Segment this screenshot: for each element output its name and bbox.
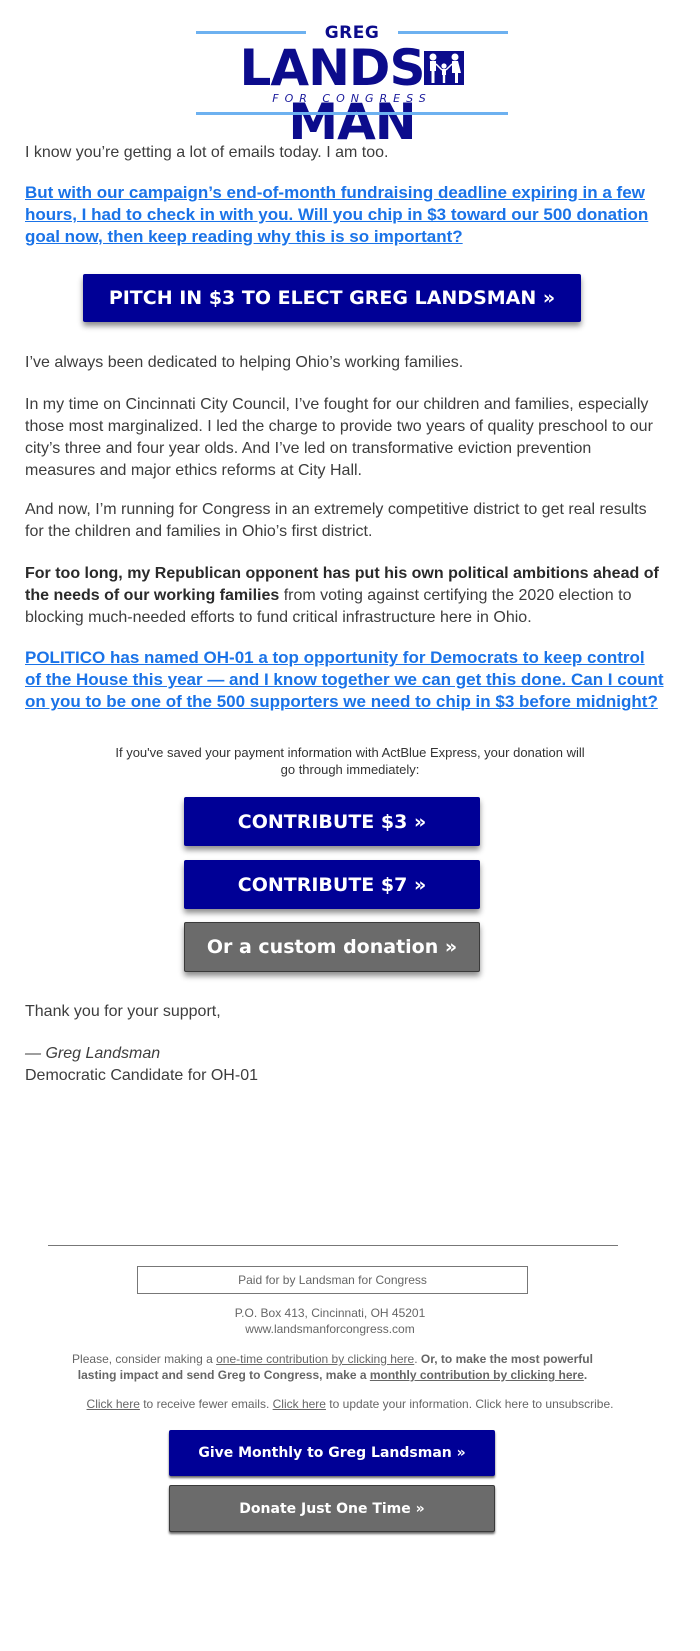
update-unsubscribe-text: to update your information. Click here t… [325, 1397, 614, 1411]
logo-bottom-rule [196, 112, 508, 115]
fewer-emails-link[interactable]: Click here [87, 1397, 140, 1411]
donate-one-time-button[interactable]: Donate Just One Time » [169, 1485, 495, 1532]
footer-divider [48, 1245, 618, 1246]
consider-text: Please, consider making a [72, 1352, 217, 1366]
signature-title: Democratic Candidate for OH-01 [25, 1067, 258, 1084]
footer-address: P.O. Box 413, Cincinnati, OH 45201 [234, 1306, 426, 1320]
footer-website: www.landsmanforcongress.com [245, 1322, 415, 1336]
contribute-3-button[interactable]: CONTRIBUTE $3 » [184, 797, 480, 846]
contribute-7-button[interactable]: CONTRIBUTE $7 » [184, 860, 480, 909]
campaign-logo: GREG LANDSMAN FOR CONGRESS [196, 24, 508, 149]
paid-for-text: Paid for by Landsman for Congress [238, 1273, 427, 1287]
monthly-contribution-link[interactable]: monthly contribution by clicking here [370, 1368, 584, 1382]
paragraph-3: And now, I’m running for Congress in an … [25, 501, 647, 540]
thanks-text: Thank you for your support, [25, 1003, 221, 1020]
footer-address-block: P.O. Box 413, Cincinnati, OH 45201 www.l… [100, 1305, 560, 1337]
footer-consider: Please, consider making a one-time contr… [60, 1351, 605, 1383]
paragraph-4: For too long, my Republican opponent has… [25, 563, 670, 629]
pitch-in-button[interactable]: PITCH IN $3 TO ELECT GREG LANDSMAN » [83, 274, 581, 322]
logo-last-name-start: LANDS [239, 39, 426, 97]
footer-email-prefs: Click here to receive fewer emails. Clic… [30, 1396, 670, 1412]
give-monthly-button[interactable]: Give Monthly to Greg Landsman » [169, 1430, 495, 1476]
consider-separator: . [414, 1352, 421, 1366]
paid-for-box: Paid for by Landsman for Congress [137, 1266, 528, 1294]
fewer-emails-text: to receive fewer emails. [139, 1397, 273, 1411]
custom-donation-button[interactable]: Or a custom donation » [184, 922, 480, 972]
logo-tagline: FOR CONGRESS [272, 92, 432, 105]
family-icon [424, 41, 465, 95]
ask-link[interactable]: But with our campaign’s end-of-month fun… [25, 183, 648, 246]
consider-bold-end: . [583, 1368, 588, 1382]
politico-link[interactable]: POLITICO has named OH-01 a top opportuni… [25, 648, 664, 711]
one-time-contribution-link[interactable]: one-time contribution by clicking here [216, 1352, 414, 1366]
paragraph-1: I’ve always been dedicated to helping Oh… [25, 354, 464, 371]
paragraph-2: In my time on Cincinnati City Council, I… [25, 396, 653, 479]
update-info-link[interactable]: Click here [273, 1397, 326, 1411]
actblue-express-note: If you've saved your payment information… [115, 745, 585, 777]
intro-text: I know you’re getting a lot of emails to… [25, 144, 389, 161]
signature-name: — Greg Landsman [25, 1045, 161, 1062]
